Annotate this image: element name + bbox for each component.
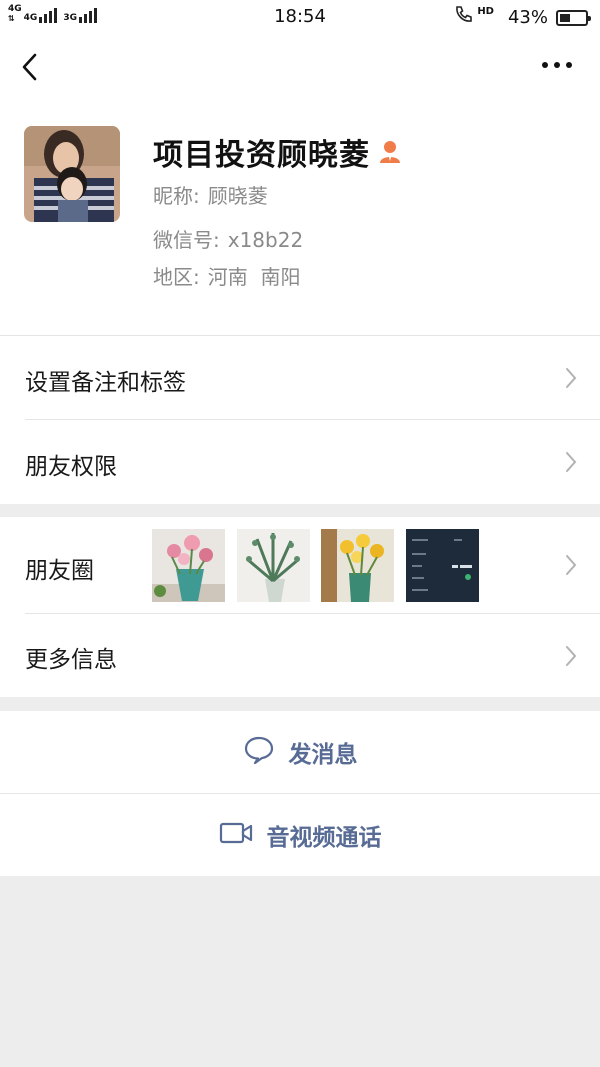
settings-section: 设置备注和标签 朋友权限 [0, 336, 600, 504]
nickname-label: 昵称: [153, 184, 200, 208]
voice-video-call-label: 音视频通话 [266, 825, 382, 851]
region-value: 河南 南阳 [207, 265, 301, 289]
profile-card: 项目投资顾晓菱 昵称: 顾晓菱 微信号: x18b22 地区: 河南 南阳 [0, 100, 600, 336]
moments-thumbnail [152, 529, 225, 602]
back-chevron-icon[interactable] [18, 52, 46, 82]
display-name: 项目投资顾晓菱 [153, 138, 370, 173]
wechat-id-line: 微信号: x18b22 [153, 224, 303, 253]
moments-thumbnail [321, 529, 394, 602]
more-dots-icon[interactable] [542, 62, 576, 74]
send-message-label: 发消息 [288, 742, 358, 768]
chevron-right-icon [564, 367, 578, 389]
video-camera-icon [219, 821, 253, 849]
more-info-label: 更多信息 [25, 647, 117, 673]
hd-label: HD [477, 6, 494, 17]
wechat-id-value: x18b22 [227, 228, 304, 252]
send-message-button[interactable]: 发消息 [0, 711, 600, 793]
nickname-value: 顾晓菱 [207, 184, 268, 208]
friend-permissions-row[interactable]: 朋友权限 [0, 420, 600, 504]
moments-label: 朋友圈 [25, 558, 94, 584]
remarks-tags-row[interactable]: 设置备注和标签 [0, 336, 600, 420]
voice-video-call-button[interactable]: 音视频通话 [0, 794, 600, 876]
hd-call-icon [453, 5, 475, 30]
chevron-right-icon [564, 645, 578, 667]
remarks-tags-label: 设置备注和标签 [25, 370, 186, 396]
nickname-line: 昵称: 顾晓菱 [153, 180, 268, 209]
chat-bubble-icon [243, 735, 275, 769]
chevron-right-icon [564, 554, 578, 576]
chevron-right-icon [564, 451, 578, 473]
status-bar: 4G ⇅ 4G 3G 18:54 HD 43% [0, 0, 600, 34]
nav-bar [0, 34, 600, 100]
more-info-row[interactable]: 更多信息 [0, 614, 600, 697]
moments-section: 朋友圈 更多信息 [0, 517, 600, 697]
battery-percent: 43% [507, 7, 548, 28]
region-line: 地区: 河南 南阳 [153, 261, 300, 290]
friend-permissions-label: 朋友权限 [25, 454, 117, 480]
person-badge-icon [378, 139, 402, 165]
region-label: 地区: [153, 265, 200, 289]
wechat-id-label: 微信号: [153, 228, 220, 252]
avatar[interactable] [24, 126, 120, 222]
battery-icon [556, 9, 591, 26]
moments-thumbnail [237, 529, 310, 602]
moments-thumbnail [406, 529, 479, 602]
moments-row[interactable]: 朋友圈 [0, 517, 600, 613]
